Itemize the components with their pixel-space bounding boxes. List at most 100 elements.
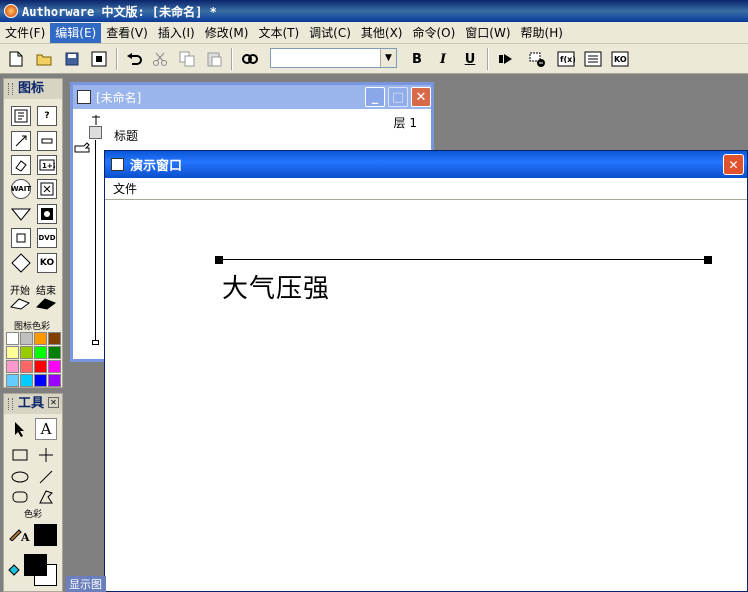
presentation-menu-file[interactable]: 文件 (113, 180, 137, 197)
framework-icon[interactable] (11, 228, 31, 248)
fill-foreground-swatch[interactable] (24, 554, 47, 576)
flowline-window-icon (77, 90, 91, 104)
icon-color-swatch[interactable] (20, 332, 33, 345)
menu-modify[interactable]: 修改(M) (200, 23, 254, 43)
wait-icon[interactable]: WAIT (11, 179, 31, 199)
import-icon[interactable] (89, 49, 109, 69)
ko-icon[interactable]: KO (37, 253, 57, 273)
chevron-down-icon[interactable]: ▼ (380, 49, 396, 67)
line-handle-right[interactable] (704, 256, 712, 264)
icon-color-swatch[interactable] (20, 360, 33, 373)
interaction-icon[interactable] (37, 131, 57, 151)
flowline-title: [未命名] (96, 90, 142, 105)
open-file-icon[interactable] (34, 49, 54, 69)
menu-insert[interactable]: 插入(I) (153, 23, 200, 43)
display-icon[interactable] (11, 106, 31, 126)
cut-icon[interactable] (150, 49, 170, 69)
orthogonal-line-tool-icon[interactable] (35, 444, 57, 466)
new-file-icon[interactable] (6, 49, 26, 69)
pointer-tool-icon[interactable] (9, 418, 31, 440)
icon-color-swatch[interactable] (34, 360, 47, 373)
icon-color-swatch[interactable] (34, 374, 47, 387)
presentation-close-button[interactable]: ✕ (723, 154, 744, 175)
presentation-window: 演示窗口 ✕ 文件 (104, 150, 748, 592)
flowline-close-button[interactable]: ✕ (411, 87, 431, 107)
polygon-tool-icon[interactable] (35, 486, 57, 508)
rectangle-tool-icon[interactable] (9, 444, 31, 466)
diagonal-line-tool-icon[interactable] (35, 466, 57, 488)
digital-movie-icon[interactable] (37, 204, 57, 224)
icon-color-swatch[interactable] (34, 346, 47, 359)
text-tool-button[interactable]: A (35, 418, 57, 440)
maximize-button[interactable]: □ (388, 87, 408, 107)
knowledge-objects-icon[interactable]: KO (610, 49, 630, 69)
icon-color-swatch[interactable] (34, 332, 47, 345)
icon-color-swatch[interactable] (6, 346, 19, 359)
icon-colors-label: 图标色彩 (14, 322, 51, 332)
menu-help[interactable]: 帮助(H) (516, 23, 568, 43)
tools-title-text: 工具 (18, 396, 45, 411)
motion-icon[interactable] (11, 131, 31, 151)
menu-other[interactable]: 其他(X) (356, 23, 408, 43)
sound-icon[interactable] (11, 253, 31, 273)
calculation-icon[interactable]: 1+2 (37, 155, 57, 175)
paste-icon[interactable] (204, 49, 224, 69)
presentation-text-object[interactable]: 大气压强 (222, 268, 330, 305)
title-icon-label[interactable]: 标题 (114, 127, 138, 144)
functions-icon[interactable]: f(x) (556, 49, 576, 69)
ellipse-tool-icon[interactable] (9, 466, 31, 488)
icon-color-swatch[interactable] (48, 346, 61, 359)
decision-icon[interactable]: ? (37, 106, 57, 126)
icon-color-swatch[interactable] (48, 332, 61, 345)
end-flag-label: 结束 (36, 286, 56, 297)
erase-icon[interactable] (11, 155, 31, 175)
icon-palette-title: 图标 (4, 79, 62, 99)
icon-color-swatch[interactable] (6, 374, 19, 387)
control-panel-icon[interactable] (528, 49, 548, 69)
underline-button[interactable]: U (460, 49, 480, 69)
find-icon[interactable] (240, 49, 260, 69)
menu-file[interactable]: 文件(F) (0, 23, 50, 43)
horizontal-line-object[interactable] (220, 259, 708, 260)
presentation-title-bar: 演示窗口 (105, 151, 747, 178)
undo-icon[interactable] (124, 49, 144, 69)
end-flag-icon[interactable] (35, 297, 57, 311)
map-icon[interactable] (37, 179, 57, 199)
line-handle-left[interactable] (215, 256, 223, 264)
line-color-swatch[interactable] (34, 524, 57, 546)
menu-edit[interactable]: 编辑(E) (50, 22, 102, 43)
menu-view[interactable]: 查看(V) (101, 23, 153, 43)
menu-text[interactable]: 文本(T) (253, 23, 304, 43)
copy-icon[interactable] (177, 49, 197, 69)
icon-color-swatch[interactable] (48, 374, 61, 387)
display-tab[interactable]: 显示图 (66, 576, 106, 592)
menu-debug[interactable]: 调试(C) (304, 23, 356, 43)
minimize-button[interactable]: _ (365, 87, 385, 107)
presentation-window-icon (111, 158, 124, 171)
text-style-dropdown[interactable]: ▼ (270, 48, 397, 68)
close-icon[interactable]: ✕ (48, 397, 59, 408)
dvd-icon[interactable]: DVD (37, 228, 57, 248)
title-display-icon[interactable] (89, 126, 102, 139)
save-all-icon[interactable] (62, 49, 82, 69)
start-flag-icon[interactable] (9, 297, 31, 311)
icon-color-swatch[interactable] (20, 374, 33, 387)
rounded-rectangle-tool-icon[interactable] (9, 486, 31, 508)
flowline-end-marker (92, 340, 99, 345)
flowline-start-icon (91, 115, 101, 125)
menu-command[interactable]: 命令(O) (407, 23, 460, 43)
fill-bucket-icon (6, 562, 22, 578)
menu-window[interactable]: 窗口(W) (460, 23, 515, 43)
variables-icon[interactable] (583, 49, 603, 69)
icon-color-swatch[interactable] (6, 332, 19, 345)
icon-color-swatch[interactable] (20, 346, 33, 359)
italic-button[interactable]: I (433, 49, 453, 69)
navigate-icon[interactable] (11, 204, 31, 224)
level-label: 层 1 (393, 116, 417, 130)
icon-color-swatch[interactable] (48, 360, 61, 373)
icon-color-swatch[interactable] (6, 360, 19, 373)
restart-icon[interactable] (496, 49, 516, 69)
paste-hand-icon (74, 140, 92, 154)
app-title-bar: Authorware 中文版: [未命名] * (0, 0, 748, 22)
bold-button[interactable]: B (407, 49, 427, 69)
